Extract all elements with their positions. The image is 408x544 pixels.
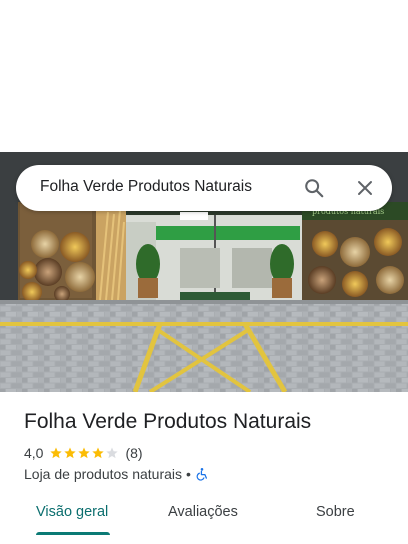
star-filled-icon <box>50 447 63 459</box>
category-separator: • <box>186 466 191 482</box>
search-button[interactable] <box>300 174 328 202</box>
search-bar[interactable]: Folha Verde Produtos Naturais <box>16 165 392 211</box>
star-filled-icon <box>64 447 77 459</box>
place-name: Folha Verde Produtos Naturais <box>24 410 312 433</box>
wheelchair-icon <box>196 468 207 481</box>
rating-row[interactable]: 4,0 (8) <box>24 444 143 462</box>
clear-search-button[interactable] <box>351 174 379 202</box>
active-tab-indicator <box>36 532 110 535</box>
star-filled-icon <box>78 447 91 459</box>
search-input[interactable]: Folha Verde Produtos Naturais <box>40 178 252 196</box>
place-category: Loja de produtos naturais <box>24 466 182 482</box>
star-empty-icon <box>106 447 119 459</box>
rating-stars <box>49 446 119 460</box>
rating-value: 4,0 <box>24 445 44 461</box>
tab-reviews[interactable]: Avaliações <box>168 504 238 520</box>
tab-about[interactable]: Sobre <box>316 504 355 520</box>
close-icon <box>358 181 372 195</box>
search-icon <box>305 179 324 198</box>
tab-overview[interactable]: Visão geral <box>36 504 108 520</box>
place-tabs: Visão geral Avaliações Sobre <box>0 496 408 544</box>
category-row: Loja de produtos naturais • <box>24 465 209 483</box>
star-filled-icon <box>92 447 105 459</box>
review-count[interactable]: (8) <box>125 445 142 461</box>
